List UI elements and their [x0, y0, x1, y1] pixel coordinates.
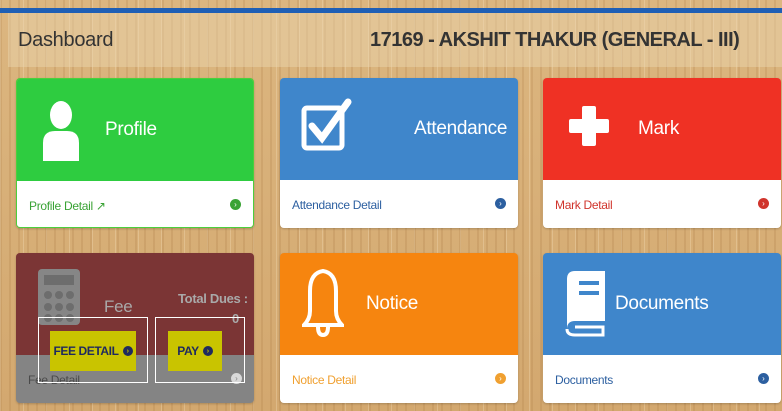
profile-card-header[interactable]: Profile [17, 79, 253, 181]
arrow-right-icon: › [202, 346, 213, 356]
documents-footer[interactable]: Documents › [543, 355, 781, 403]
attendance-footer[interactable]: Attendance Detail › [280, 180, 518, 228]
page-title: Dashboard [18, 29, 114, 51]
profile-card[interactable]: Profile Profile Detail ↗ › [16, 78, 254, 228]
attendance-arrow-icon[interactable]: › [495, 198, 506, 209]
profile-title: Profile [105, 119, 157, 140]
attendance-card-header[interactable]: Attendance [280, 78, 518, 180]
mark-card-header[interactable]: Mark [543, 78, 781, 180]
plus-icon [569, 106, 609, 146]
dashboard-header: Dashboard 17169 - AKSHIT THAKUR (GENERAL… [8, 13, 782, 67]
mark-detail-link[interactable]: Mark Detail [555, 198, 613, 212]
fee-detail-button[interactable]: FEE DETAIL › [50, 331, 136, 371]
documents-title: Documents [615, 293, 709, 314]
notice-title: Notice [366, 293, 419, 314]
profile-detail-link[interactable]: Profile Detail ↗ [29, 199, 106, 213]
documents-card-header[interactable]: Documents [543, 253, 781, 355]
mark-footer[interactable]: Mark Detail › [543, 180, 781, 228]
bell-icon [302, 268, 344, 338]
external-link-icon: ↗ [95, 199, 106, 213]
fee-card[interactable]: Fee Total Dues : 0 Fee Detail › FEE DETA… [16, 253, 254, 403]
checkbox-icon [301, 98, 352, 151]
documents-link[interactable]: Documents [555, 373, 613, 387]
notice-detail-link[interactable]: Notice Detail [292, 373, 356, 387]
notice-card[interactable]: Notice Notice Detail › [280, 253, 518, 403]
arrow-right-icon: › [122, 346, 133, 356]
profile-footer[interactable]: Profile Detail ↗ › [17, 181, 253, 227]
attendance-card[interactable]: Attendance Attendance Detail › [280, 78, 518, 228]
attendance-title: Attendance [414, 118, 508, 139]
mark-arrow-icon[interactable]: › [758, 198, 769, 209]
notice-footer[interactable]: Notice Detail › [280, 355, 518, 403]
attendance-detail-link[interactable]: Attendance Detail [292, 198, 382, 212]
user-icon [43, 101, 79, 161]
notice-card-header[interactable]: Notice [280, 253, 518, 355]
mark-card[interactable]: Mark Mark Detail › [543, 78, 781, 228]
book-icon [565, 271, 605, 337]
documents-card[interactable]: Documents Documents › [543, 253, 781, 403]
notice-arrow-icon[interactable]: › [495, 373, 506, 384]
mark-title: Mark [638, 118, 680, 139]
profile-arrow-icon[interactable]: › [230, 199, 241, 210]
documents-arrow-icon[interactable]: › [758, 373, 769, 384]
student-name: 17169 - AKSHIT THAKUR (GENERAL - III) [370, 29, 740, 51]
pay-button[interactable]: PAY › [168, 331, 222, 371]
